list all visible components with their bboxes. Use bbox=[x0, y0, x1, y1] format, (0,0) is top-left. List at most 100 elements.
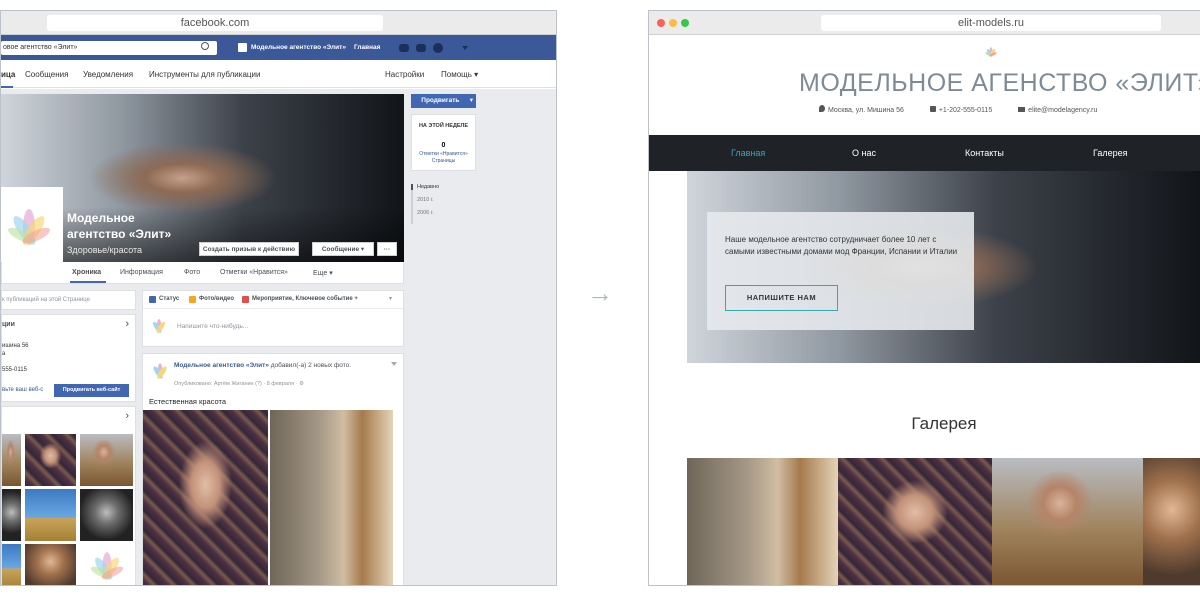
tab-page[interactable]: ица bbox=[1, 70, 15, 79]
tab-help[interactable]: Помощь ▾ bbox=[441, 70, 478, 79]
page-tab-about[interactable]: Информация bbox=[120, 269, 163, 276]
friends-icon[interactable] bbox=[399, 44, 409, 52]
minimize-window-icon[interactable] bbox=[669, 19, 677, 27]
add-website-link[interactable]: вьте ваш веб-с bbox=[2, 387, 43, 393]
this-week-card: НА ЭТОЙ НЕДЕЛЕ 0 Отметки «Нравится» Стра… bbox=[411, 114, 476, 171]
timeline-nav: Недавно 2010 г. 2006 г. bbox=[411, 184, 476, 224]
photo-thumb[interactable] bbox=[80, 434, 133, 486]
photo-thumb[interactable] bbox=[25, 434, 76, 486]
facebook-topbar: овое агентство «Элит» Модельное агентств… bbox=[1, 35, 556, 60]
composer-card: Статус Фото/видео Мероприятие, Ключевое … bbox=[142, 290, 404, 347]
timeline-2006[interactable]: 2006 г. bbox=[417, 210, 476, 216]
page-tab-likes[interactable]: Отметки «Нравится» bbox=[220, 269, 288, 276]
messages-icon[interactable] bbox=[416, 44, 426, 52]
about-header[interactable]: ции bbox=[2, 321, 15, 328]
globe-icon[interactable] bbox=[433, 43, 443, 53]
composer-tab-event[interactable]: Мероприятие, Ключевое событие + bbox=[252, 296, 358, 302]
status-icon bbox=[149, 296, 156, 303]
page-body: Модельное агентство «Элит» Здоровье/крас… bbox=[1, 89, 556, 585]
photo-thumb[interactable] bbox=[2, 489, 21, 541]
photo-thumb[interactable] bbox=[25, 489, 76, 541]
photo-thumb[interactable] bbox=[80, 544, 133, 585]
gallery-heading: Галерея bbox=[911, 414, 977, 433]
page-category[interactable]: Здоровье/красота bbox=[67, 245, 142, 255]
search-value: овое агентство «Элит» bbox=[3, 44, 78, 51]
lotus-logo-icon bbox=[7, 209, 51, 245]
page-tab-timeline[interactable]: Хроника bbox=[72, 269, 101, 276]
page-tabs: Хроника Информация Фото Отметки «Нравитс… bbox=[1, 262, 404, 284]
photos-card: › bbox=[1, 406, 136, 585]
promote-label: Продвигать bbox=[421, 97, 460, 104]
page-title: Модельное агентство «Элит» bbox=[67, 211, 172, 241]
site-email[interactable]: elite@modelagency.ru bbox=[1028, 107, 1097, 114]
cta-button[interactable]: Создать призыв к действию bbox=[199, 242, 299, 256]
write-us-button[interactable]: НАПИШИТЕ НАМ bbox=[725, 285, 838, 311]
likes-label[interactable]: Отметки «Нравится» Страницы bbox=[412, 151, 475, 165]
profile-picture[interactable] bbox=[1, 187, 63, 265]
nav-home[interactable]: Главная bbox=[731, 148, 765, 158]
create-website-button[interactable]: Продвигать веб-сайт bbox=[54, 384, 129, 397]
tab-settings[interactable]: Настройки bbox=[385, 70, 424, 79]
page-tab-more[interactable]: Еще ▾ bbox=[313, 269, 333, 277]
contact-row: Москва, ул. Мишина 56 +1-202-555-0115 el… bbox=[819, 105, 1097, 114]
nav-contacts[interactable]: Контакты bbox=[965, 148, 1004, 158]
about-address: ишина 56 bbox=[2, 343, 29, 349]
tab-notifications[interactable]: Уведомления bbox=[83, 70, 133, 79]
topbar-page-name[interactable]: Модельное агентство «Элит» bbox=[251, 44, 346, 51]
message-button[interactable]: Сообщение ▾ bbox=[312, 242, 374, 256]
gallery-photo[interactable] bbox=[687, 458, 838, 585]
hero-overlay: Наше модельное агентство сотрудничает бо… bbox=[707, 212, 974, 330]
website-window: elit-models.ru МОДЕЛЬНОЕ АГЕНСТВО «ЭЛИТ»… bbox=[648, 10, 1200, 586]
post-author-link[interactable]: Модельное агентство «Элит» bbox=[174, 362, 269, 369]
topbar-home-link[interactable]: Главная bbox=[354, 44, 380, 51]
search-posts-card[interactable]: к публикаций на этой Странице bbox=[1, 290, 136, 310]
post-options-chevron-icon[interactable] bbox=[391, 362, 397, 369]
search-input[interactable]: овое агентство «Элит» bbox=[1, 41, 217, 55]
likes-count: 0 bbox=[441, 142, 446, 149]
address-bar[interactable]: elit-models.ru bbox=[821, 15, 1161, 31]
post-photo[interactable] bbox=[143, 410, 268, 585]
page-avatar-icon bbox=[238, 43, 247, 52]
close-window-icon[interactable] bbox=[657, 19, 665, 27]
photo-thumb[interactable] bbox=[25, 544, 76, 585]
post-photo[interactable] bbox=[270, 410, 393, 585]
promote-arrow: ▾ bbox=[469, 97, 473, 104]
photo-video-icon bbox=[189, 296, 196, 303]
gallery-photo[interactable] bbox=[1143, 458, 1200, 585]
about-card: ции › ишина 56 а 555-0115 вьте ваш веб-с… bbox=[1, 314, 136, 402]
photo-thumb[interactable] bbox=[2, 434, 21, 486]
promote-button[interactable]: Продвигать ▾ bbox=[411, 94, 476, 108]
tab-publishing-tools[interactable]: Инструменты для публикации bbox=[149, 70, 260, 79]
post-action: добавил(-а) 2 новых фото. bbox=[270, 362, 352, 369]
composer-tab-status[interactable]: Статус bbox=[159, 296, 179, 302]
site-phone[interactable]: +1-202-555-0115 bbox=[939, 107, 992, 114]
address-bar[interactable]: facebook.com bbox=[47, 15, 383, 31]
event-icon bbox=[242, 296, 249, 303]
nav-about[interactable]: О нас bbox=[852, 148, 876, 158]
email-icon bbox=[1018, 107, 1026, 112]
post-header: Модельное агентство «Элит» добавил(-а) 2… bbox=[174, 361, 364, 370]
gallery-photo[interactable] bbox=[992, 458, 1143, 585]
about-chevron-icon[interactable]: › bbox=[125, 318, 129, 330]
photos-chevron-icon[interactable]: › bbox=[125, 410, 129, 422]
timeline-2010[interactable]: 2010 г. bbox=[417, 197, 476, 203]
browser-chrome: facebook.com bbox=[1, 11, 556, 35]
page-tab-photos[interactable]: Фото bbox=[184, 269, 200, 276]
photo-thumb[interactable] bbox=[80, 489, 133, 541]
composer-placeholder[interactable]: Напишите что-нибудь... bbox=[177, 323, 248, 330]
about-city: а bbox=[2, 351, 6, 357]
account-menu-icon[interactable] bbox=[462, 46, 468, 53]
more-button[interactable]: ··· bbox=[377, 242, 397, 256]
composer-menu-arrow[interactable]: ▾ bbox=[389, 295, 392, 302]
site-title: МОДЕЛЬНОЕ АГЕНСТВО «ЭЛИТ» bbox=[799, 69, 1200, 97]
nav-gallery[interactable]: Галерея bbox=[1093, 148, 1128, 158]
maximize-window-icon[interactable] bbox=[681, 19, 689, 27]
photo-thumb[interactable] bbox=[2, 544, 21, 585]
lotus-avatar-icon bbox=[153, 363, 167, 379]
tab-messages[interactable]: Сообщения bbox=[25, 70, 68, 79]
timeline-recent[interactable]: Недавно bbox=[411, 184, 476, 190]
search-icon[interactable] bbox=[201, 42, 209, 50]
composer-tab-photo[interactable]: Фото/видео bbox=[199, 296, 234, 302]
gallery-photo[interactable] bbox=[838, 458, 992, 585]
transition-arrow: → bbox=[587, 278, 613, 308]
